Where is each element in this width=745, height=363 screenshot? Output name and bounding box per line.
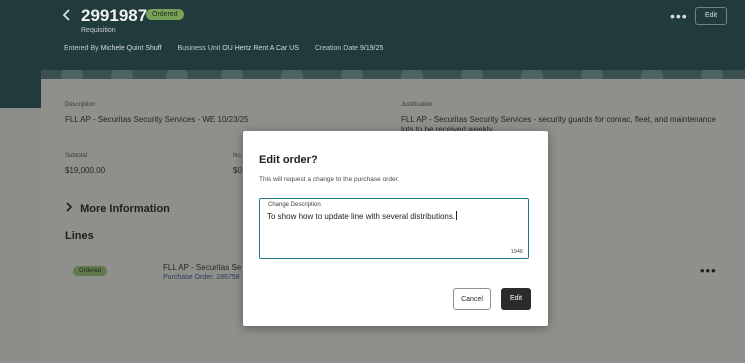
creation-date-value: 9/19/25: [360, 45, 384, 52]
change-description-input[interactable]: To show how to update line with several …: [267, 211, 458, 221]
character-counter: 1946: [510, 249, 523, 255]
line-title: FLL AP - Securitas Se: [163, 263, 242, 272]
business-unit-label: Business Unit: [177, 45, 221, 52]
page-subtitle: Requisition: [81, 27, 116, 34]
change-description-text: To show how to update line with several …: [267, 212, 456, 221]
chevron-left-icon[interactable]: [62, 7, 76, 25]
line-status-badge: Ordered: [73, 266, 108, 276]
change-description-field[interactable]: Change Description To show how to update…: [259, 198, 529, 259]
entered-by-value: Michele Quint Shuff: [100, 45, 162, 52]
edit-button[interactable]: Edit: [695, 7, 727, 25]
requisition-number: 2991987: [81, 6, 148, 25]
entered-by-label: Entered By: [64, 45, 99, 52]
status-badge: Ordered: [146, 9, 184, 20]
edit-order-dialog: Edit order? This will request a change t…: [243, 131, 548, 326]
change-description-label: Change Description: [268, 202, 321, 208]
column2-value: $0: [233, 166, 242, 175]
more-actions-button[interactable]: •••: [670, 8, 688, 24]
cancel-button[interactable]: Cancel: [453, 288, 491, 310]
chevron-right-icon: [65, 202, 80, 215]
more-information-label: More Information: [80, 203, 170, 215]
justification-value: FLL AP - Securitas Security Services - s…: [401, 115, 716, 124]
subtotal-value: $19,000.00: [65, 166, 106, 175]
text-cursor: [456, 211, 458, 220]
justification-label: Justification: [401, 102, 433, 108]
dialog-title: Edit order?: [259, 154, 318, 166]
description-label: Description: [65, 102, 96, 108]
column2-label: No: [233, 153, 241, 159]
subtotal-label: Subtotal: [65, 153, 88, 159]
confirm-edit-button[interactable]: Edit: [501, 288, 531, 310]
line-more-actions-button[interactable]: •••: [700, 263, 717, 278]
dialog-message: This will request a change to the purcha…: [259, 176, 400, 183]
header-metadata: Entered By Michele Quint Shuff Business …: [64, 45, 397, 52]
creation-date-label: Creation Date: [314, 45, 359, 52]
more-information-toggle[interactable]: More Information: [65, 202, 170, 215]
purchase-order-link[interactable]: Purchase Order: 286758: [163, 274, 240, 281]
lines-heading: Lines: [65, 230, 94, 242]
description-value: FLL AP - Securitas Security Services - W…: [65, 115, 249, 124]
business-unit-value: OU Hertz Rent A Car US: [222, 45, 299, 52]
